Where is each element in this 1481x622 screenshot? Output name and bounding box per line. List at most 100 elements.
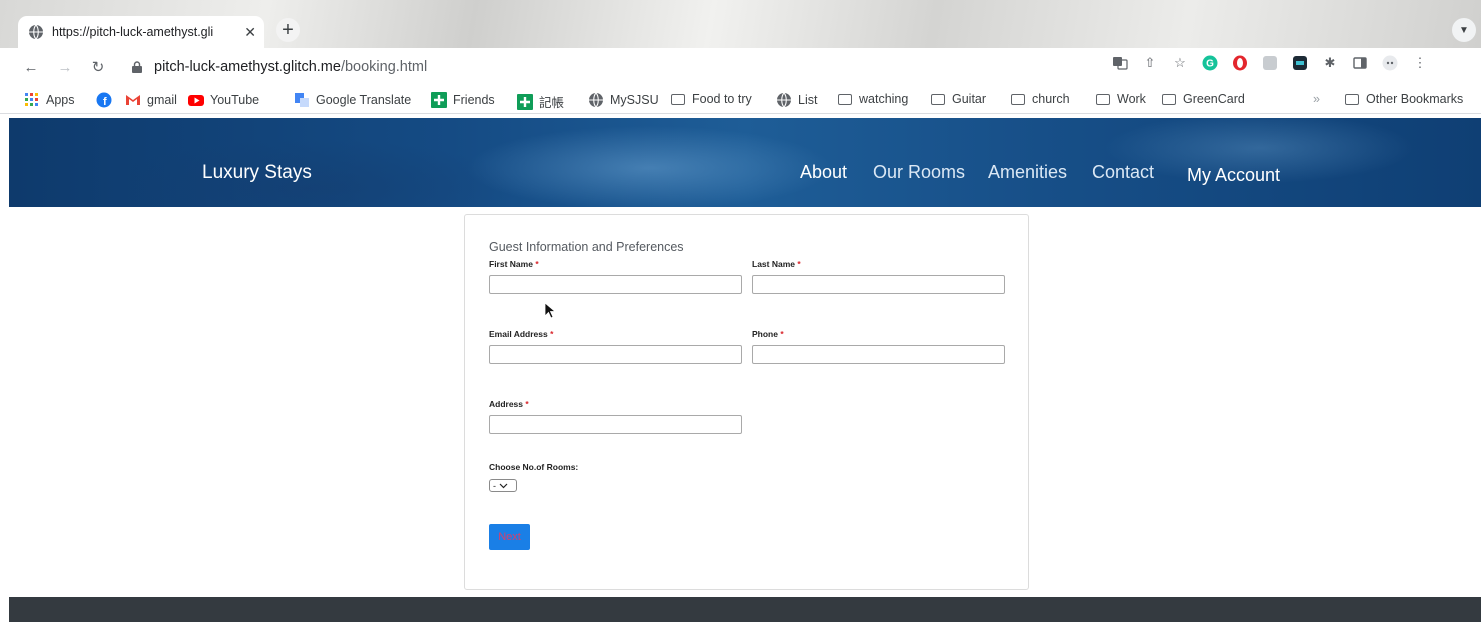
required-mark: * [550, 329, 554, 339]
bookmarks-bar: Apps f gmail YouTube Google Translate Fr… [0, 86, 1481, 114]
bookmark-list[interactable]: List [776, 92, 817, 108]
bookmark-label: Google Translate [316, 93, 412, 107]
first-name-label: First Name * [489, 259, 539, 269]
tab-strip: https://pitch-luck-amethyst.gli ✕ + ▼ [0, 0, 1481, 48]
profile-avatar-icon[interactable] [1382, 55, 1398, 71]
site-header: Luxury Stays About Our Rooms Amenities C… [9, 118, 1481, 207]
bookmark-facebook[interactable]: f [96, 92, 118, 108]
bookmark-ledger[interactable]: 記帳 [517, 92, 564, 111]
required-mark: * [797, 259, 801, 269]
bookmark-gmail[interactable]: gmail [125, 92, 177, 108]
email-input[interactable] [489, 345, 742, 364]
bookmark-label: watching [859, 92, 909, 106]
tab-search-chevron-icon[interactable]: ▼ [1452, 18, 1476, 42]
back-arrow-icon[interactable]: ← [19, 55, 43, 79]
bookmark-greencard[interactable]: GreenCard [1162, 92, 1245, 106]
bookmark-other-bookmarks[interactable]: Other Bookmarks [1345, 92, 1463, 106]
bookmark-food-to-try[interactable]: Food to try [671, 92, 752, 106]
close-tab-icon[interactable]: ✕ [244, 24, 256, 41]
reload-icon[interactable]: ↻ [86, 55, 110, 79]
side-panel-icon[interactable] [1352, 55, 1368, 71]
site-brand[interactable]: Luxury Stays [202, 162, 312, 184]
next-button[interactable]: Next [489, 524, 530, 550]
bookmark-star-icon[interactable]: ☆ [1172, 55, 1188, 71]
mouse-cursor-icon [544, 302, 556, 319]
bookmarks-overflow-chevron-icon[interactable]: » [1313, 92, 1320, 106]
opera-extension-icon[interactable] [1232, 55, 1248, 71]
first-name-label-text: First Name [489, 259, 533, 269]
bookmark-google-translate[interactable]: Google Translate [294, 92, 411, 108]
nav-about[interactable]: About [800, 162, 847, 183]
extension-k-icon[interactable] [1262, 55, 1278, 71]
bookmark-label: Other Bookmarks [1366, 92, 1464, 106]
bookmark-work[interactable]: Work [1096, 92, 1146, 106]
gmail-icon [126, 95, 140, 105]
globe-icon [29, 24, 43, 40]
facebook-icon: f [96, 92, 112, 108]
extension-icons: ⇧ ☆ G ✱ ⋮ [1112, 55, 1428, 71]
bookmark-youtube[interactable]: YouTube [188, 92, 259, 108]
url-host: pitch-luck-amethyst.glitch.me [154, 59, 341, 75]
last-name-input[interactable] [752, 275, 1005, 294]
first-name-input[interactable] [489, 275, 742, 294]
extension-dark-icon[interactable] [1292, 55, 1308, 71]
required-mark: * [780, 329, 784, 339]
svg-text:G: G [1206, 59, 1214, 70]
grammarly-icon[interactable]: G [1202, 55, 1218, 71]
required-mark: * [535, 259, 539, 269]
url-path: /booking.html [340, 59, 428, 75]
globe-icon [777, 92, 791, 108]
bookmark-label: 記帳 [539, 96, 565, 110]
folder-icon [931, 93, 945, 105]
nav-amenities[interactable]: Amenities [988, 162, 1067, 183]
nav-my-account[interactable]: My Account [1187, 165, 1280, 186]
bookmark-friends[interactable]: Friends [431, 92, 495, 108]
plus-green-icon [517, 93, 533, 110]
extensions-puzzle-icon[interactable]: ✱ [1322, 55, 1338, 71]
form-title: Guest Information and Preferences [489, 240, 684, 254]
rooms-selected-value: - [493, 480, 496, 491]
folder-icon [1162, 93, 1176, 105]
phone-input[interactable] [752, 345, 1005, 364]
browser-toolbar: ← → ↻ pitch-luck-amethyst.glitch.me/book… [0, 48, 1481, 86]
folder-icon [1011, 93, 1025, 105]
required-mark: * [525, 399, 529, 409]
bookmark-church[interactable]: church [1011, 92, 1070, 106]
nav-our-rooms[interactable]: Our Rooms [873, 162, 965, 183]
apps-grid-icon [25, 93, 38, 106]
last-name-label: Last Name * [752, 259, 801, 269]
translate-page-icon[interactable] [1112, 55, 1128, 71]
folder-icon [838, 93, 852, 105]
bookmark-guitar[interactable]: Guitar [931, 92, 986, 106]
tab-title: https://pitch-luck-amethyst.gli [52, 25, 214, 39]
new-tab-button[interactable]: + [276, 18, 300, 42]
folder-icon [1345, 93, 1359, 105]
bookmark-label: Apps [46, 93, 75, 107]
bookmark-mysjsu[interactable]: MySJSU [588, 92, 659, 108]
nav-contact[interactable]: Contact [1092, 162, 1154, 183]
rooms-select[interactable]: - [489, 479, 517, 492]
translate-icon [295, 93, 309, 107]
browser-menu-icon[interactable]: ⋮ [1412, 55, 1428, 71]
bookmark-label: MySJSU [610, 93, 659, 107]
bookmark-label: Work [1117, 92, 1146, 106]
bookmark-label: YouTube [210, 93, 260, 107]
folder-icon [1096, 93, 1110, 105]
email-label-text: Email Address [489, 329, 548, 339]
phone-label-text: Phone [752, 329, 778, 339]
address-label-text: Address [489, 399, 524, 409]
bookmark-label: List [798, 93, 818, 107]
bookmark-label: gmail [147, 93, 177, 107]
bookmark-label: Food to try [692, 92, 752, 106]
address-label: Address * [489, 399, 529, 409]
bookmark-label: church [1032, 92, 1070, 106]
address-input[interactable] [489, 415, 742, 434]
bookmark-apps[interactable]: Apps [24, 92, 75, 108]
booking-form-card: Guest Information and Preferences First … [464, 214, 1029, 590]
share-icon[interactable]: ⇧ [1142, 55, 1158, 71]
plus-green-icon [431, 92, 447, 108]
browser-tab[interactable]: https://pitch-luck-amethyst.gli ✕ [18, 16, 264, 48]
bookmark-label: GreenCard [1183, 92, 1245, 106]
forward-arrow-icon[interactable]: → [53, 55, 77, 79]
bookmark-watching[interactable]: watching [838, 92, 908, 106]
